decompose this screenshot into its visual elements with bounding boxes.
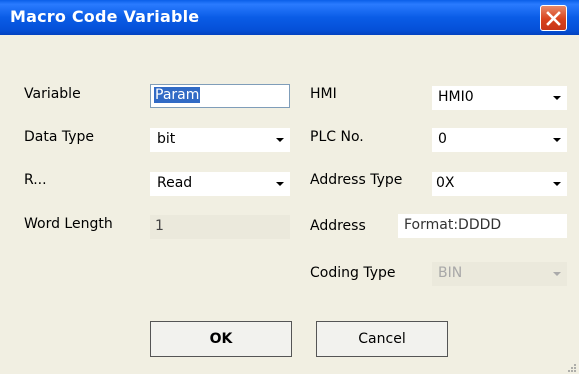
chevron-down-icon[interactable] — [270, 128, 290, 152]
dialog-window: Macro Code Variable Variable Param Data … — [0, 0, 579, 374]
close-button[interactable] — [540, 5, 567, 31]
hmi-select[interactable]: HMI0 — [432, 86, 567, 110]
chevron-down-icon[interactable] — [270, 172, 290, 196]
window-title: Macro Code Variable — [10, 7, 200, 26]
coding-type-value: BIN — [438, 265, 463, 281]
chevron-down-icon — [547, 262, 567, 286]
variable-input[interactable]: Param — [150, 84, 290, 108]
word-length-label: Word Length — [24, 216, 113, 232]
cancel-button[interactable]: Cancel — [316, 321, 448, 357]
hmi-value: HMI0 — [438, 89, 474, 105]
hmi-label: HMI — [310, 86, 337, 102]
rw-value: Read — [157, 175, 193, 191]
data-type-select[interactable]: bit — [150, 128, 290, 152]
address-format: Format:DDDD — [404, 217, 502, 233]
title-bar[interactable]: Macro Code Variable — [0, 0, 579, 35]
chevron-down-icon[interactable] — [547, 172, 567, 196]
data-type-label: Data Type — [24, 129, 95, 145]
rw-label: R... — [24, 172, 47, 188]
chevron-down-icon[interactable] — [547, 128, 567, 152]
address-type-value: 0X — [436, 175, 455, 191]
variable-label: Variable — [24, 86, 81, 102]
plc-no-select[interactable]: 0 — [432, 128, 567, 152]
coding-type-select[interactable]: BIN — [432, 262, 567, 286]
address-label: Address — [310, 218, 366, 234]
data-type-value: bit — [157, 131, 176, 147]
word-length-value: 1 — [155, 218, 164, 234]
close-icon — [546, 11, 561, 26]
word-length-input[interactable]: 1 — [150, 215, 290, 239]
rw-select[interactable]: Read — [150, 172, 290, 196]
address-type-select[interactable]: 0X — [432, 172, 567, 196]
plc-no-value: 0 — [438, 131, 447, 147]
address-type-label: Address Type — [310, 172, 403, 188]
address-input[interactable]: Format:DDDD — [398, 214, 567, 238]
chevron-down-icon[interactable] — [547, 86, 567, 110]
variable-value: Param — [154, 87, 201, 103]
plc-no-label: PLC No. — [310, 129, 364, 145]
resize-grip-icon[interactable] — [566, 362, 578, 374]
coding-type-label: Coding Type — [310, 265, 396, 281]
ok-button[interactable]: OK — [150, 321, 292, 357]
